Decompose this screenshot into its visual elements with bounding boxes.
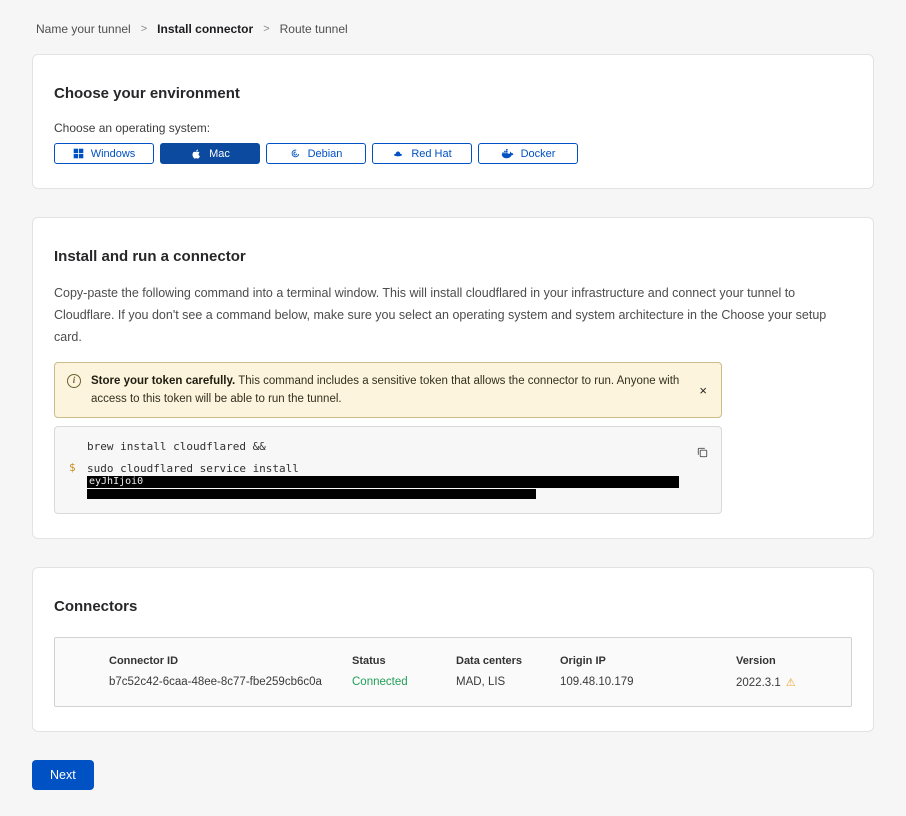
os-button-debian[interactable]: Debian [266,143,366,164]
redacted-token-bar [87,489,536,499]
os-button-docker[interactable]: Docker [478,143,578,164]
warning-icon: ⚠ [786,677,796,689]
col-header-origin-ip: Origin IP [560,655,736,667]
table-row: b7c52c42-6caa-48ee-8c77-fbe259cb6c0a Con… [55,667,851,706]
debian-icon [290,148,301,159]
next-button[interactable]: Next [32,760,94,790]
shell-prompt: $ [69,461,79,499]
token-warning-banner: i Store your token carefully. This comma… [54,362,722,419]
install-command-block: $ brew install cloudflared && sudo cloud… [54,426,722,514]
os-button-mac[interactable]: Mac [160,143,260,164]
data-centers-cell: MAD, LIS [456,676,560,689]
os-button-label: Mac [209,148,230,160]
close-icon[interactable]: × [697,383,709,398]
connectors-table: Connector ID Status Data centers Origin … [54,637,852,707]
version-cell: 2022.3.1 ⚠ [736,676,835,689]
breadcrumb-step-route-tunnel[interactable]: Route tunnel [280,22,348,36]
warning-text: Store your token carefully. This command… [91,372,681,409]
redhat-icon [392,148,404,160]
origin-ip-cell: 109.48.10.179 [560,676,736,689]
warning-title: Store your token carefully. [91,375,235,387]
version-text: 2022.3.1 [736,677,781,689]
col-header-connector-id: Connector ID [109,655,352,667]
col-header-status: Status [352,655,456,667]
windows-icon [73,148,84,159]
breadcrumb-step-name-your-tunnel[interactable]: Name your tunnel [36,22,131,36]
connectors-card: Connectors Connector ID Status Data cent… [32,567,874,732]
os-button-label: Docker [521,148,556,160]
token-prefix: eyJhIjoi0 [89,476,143,487]
install-description: Copy-paste the following command into a … [54,283,852,349]
install-command: brew install cloudflared && sudo cloudfl… [87,440,681,499]
install-card-title: Install and run a connector [54,248,852,265]
breadcrumb-step-install-connector[interactable]: Install connector [157,22,253,36]
copy-icon[interactable] [694,444,711,464]
apple-icon [190,148,202,160]
os-button-label: Debian [308,148,343,160]
breadcrumb-separator: > [141,23,147,35]
connectors-card-title: Connectors [54,598,852,615]
environment-card-title: Choose your environment [54,85,852,102]
docker-icon [501,147,514,160]
install-card: Install and run a connector Copy-paste t… [32,217,874,539]
col-header-version: Version [736,655,835,667]
connector-id-cell: b7c52c42-6caa-48ee-8c77-fbe259cb6c0a [109,676,352,689]
os-button-windows[interactable]: Windows [54,143,154,164]
os-select-label: Choose an operating system: [54,121,852,135]
os-button-label: Red Hat [411,148,451,160]
breadcrumb: Name your tunnel > Install connector > R… [0,0,906,48]
environment-card: Choose your environment Choose an operat… [32,54,874,189]
col-header-data-centers: Data centers [456,655,560,667]
command-line-1: brew install cloudflared && [87,440,681,453]
table-header: Connector ID Status Data centers Origin … [55,638,851,667]
breadcrumb-separator: > [263,23,269,35]
os-button-redhat[interactable]: Red Hat [372,143,472,164]
redacted-token-bar: eyJhIjoi0 [87,476,679,488]
command-line-2: sudo cloudflared service install [87,462,681,475]
status-badge: Connected [352,676,456,689]
os-button-label: Windows [91,148,136,160]
os-button-group: Windows Mac Debian Red Hat [54,143,852,164]
info-icon: i [67,374,81,388]
tunnel-setup-page: Name your tunnel > Install connector > R… [0,0,906,816]
